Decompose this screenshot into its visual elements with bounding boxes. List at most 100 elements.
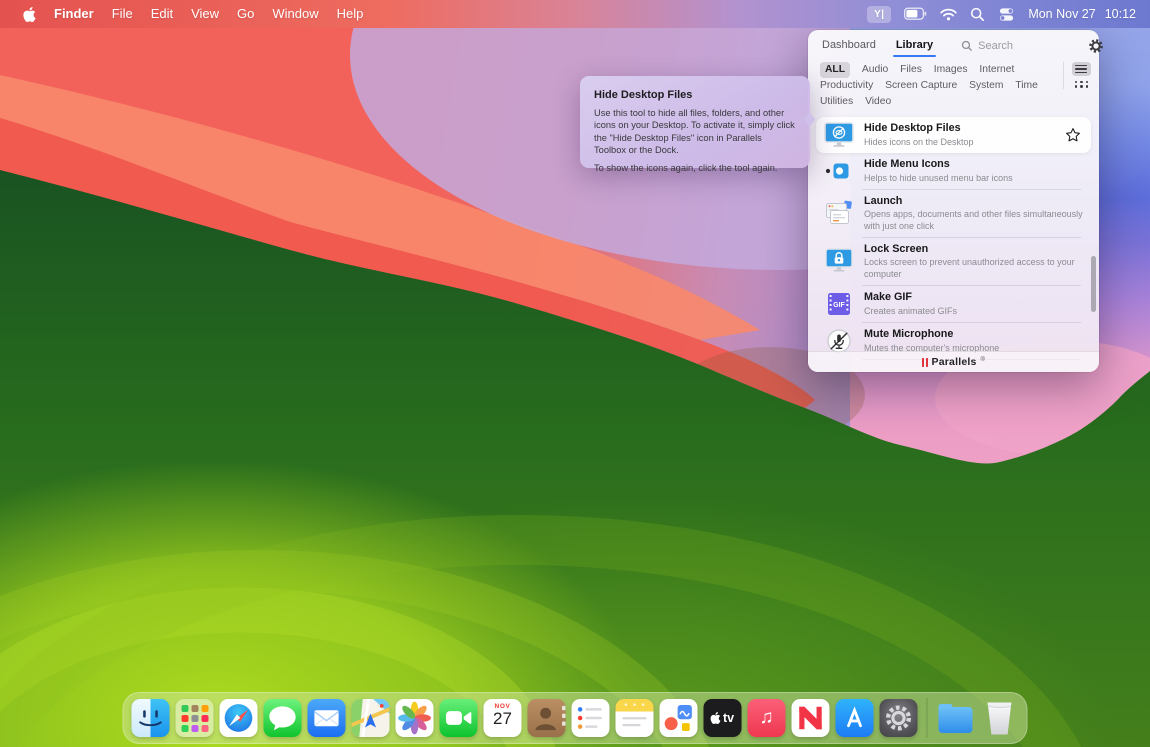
menu-bar: Finder File Edit View Go Window Help Y| — [0, 0, 1150, 28]
filter-utilities[interactable]: Utilities — [820, 94, 853, 110]
dock-icon-apple-tv[interactable]: tv — [704, 699, 742, 737]
active-tab-underline — [893, 55, 936, 57]
lock-screen-icon — [824, 248, 854, 274]
filter-screen-capture[interactable]: Screen Capture — [885, 78, 957, 94]
dock-icon-maps[interactable] — [352, 699, 390, 737]
dock-icon-facetime[interactable] — [440, 699, 478, 737]
dock-icon-freeform[interactable] — [660, 699, 698, 737]
battery-icon[interactable] — [904, 7, 927, 21]
tooltip-paragraph-2: To show the icons again, click the tool … — [594, 162, 796, 174]
control-center-icon[interactable] — [998, 7, 1015, 22]
dock-icon-music[interactable]: ♫ — [748, 699, 786, 737]
wifi-icon[interactable] — [940, 8, 957, 21]
dock-icon-downloads-folder[interactable] — [937, 699, 975, 737]
tool-row-hide-desktop-files[interactable]: Hide Desktop Files Hides icons on the De… — [816, 117, 1091, 153]
parallels-brand-text: Parallels — [932, 356, 977, 368]
favorite-star-button[interactable] — [1065, 127, 1081, 143]
trash-icon — [986, 702, 1013, 735]
tool-row-make-gif[interactable]: GIF Make GIF Creates animated GIFs — [816, 286, 1091, 322]
tv-label: tv — [723, 711, 734, 725]
menu-item-edit[interactable]: Edit — [142, 0, 182, 28]
filter-files[interactable]: Files — [900, 62, 922, 78]
make-gif-icon: GIF — [824, 291, 854, 317]
dock-icon-safari[interactable] — [220, 699, 258, 737]
menu-item-window[interactable]: Window — [263, 0, 327, 28]
parallels-toolbox-menu-icon[interactable]: Y| — [867, 6, 891, 23]
dock-icon-calendar[interactable]: NOV 27 — [484, 699, 522, 737]
category-filters: ALL Audio Files Images Internet Producti… — [808, 57, 1099, 114]
menu-item-view[interactable]: View — [182, 0, 228, 28]
tool-desc: Creates animated GIFs — [864, 306, 1083, 317]
finder-face — [132, 699, 170, 737]
view-toggle-group — [1063, 62, 1091, 89]
search-input[interactable] — [978, 40, 1088, 52]
parallels-toolbox-panel: Dashboard Library A — [808, 30, 1099, 372]
menu-item-help[interactable]: Help — [328, 0, 373, 28]
tool-name: Hide Desktop Files — [864, 122, 1055, 135]
dock-icon-reminders[interactable] — [572, 699, 610, 737]
menu-item-go[interactable]: Go — [228, 0, 263, 28]
filter-productivity[interactable]: Productivity — [820, 78, 873, 94]
tab-library[interactable]: Library — [894, 35, 935, 56]
calendar-day: 27 — [493, 710, 512, 728]
dock-icon-finder[interactable] — [132, 699, 170, 737]
dock-icon-messages[interactable] — [264, 699, 302, 737]
filter-internet[interactable]: Internet — [979, 62, 1014, 78]
parallels-logo-bars — [922, 358, 928, 367]
dock-icon-notes[interactable] — [616, 699, 654, 737]
music-note-glyph: ♫ — [759, 707, 773, 729]
settings-gear-button[interactable] — [1088, 36, 1104, 56]
grid-view-button[interactable] — [1073, 80, 1089, 89]
tool-row-launch[interactable]: Launch Opens apps, documents and other f… — [816, 190, 1091, 237]
menu-item-file[interactable]: File — [103, 0, 142, 28]
dock-icon-contacts[interactable] — [528, 699, 566, 737]
dock-divider — [927, 698, 928, 738]
gif-badge-text: GIF — [833, 302, 845, 309]
menu-bar-status: Y| Mon Nov 27 — [867, 6, 1136, 23]
desktop: Finder File Edit View Go Window Help Y| — [0, 0, 1150, 747]
tool-name: Make GIF — [864, 291, 1083, 304]
tab-dashboard[interactable]: Dashboard — [820, 35, 878, 56]
search-field[interactable] — [961, 40, 1088, 52]
dock-icon-app-store[interactable] — [836, 699, 874, 737]
filter-images[interactable]: Images — [934, 62, 968, 78]
list-view-button[interactable] — [1072, 62, 1091, 76]
tool-name: Hide Menu Icons — [864, 158, 1083, 171]
hide-menu-icons-icon — [824, 158, 854, 184]
tool-row-lock-screen[interactable]: Lock Screen Locks screen to prevent unau… — [816, 238, 1091, 285]
tool-list: Hide Desktop Files Hides icons on the De… — [808, 114, 1099, 360]
tool-desc: Locks screen to prevent unauthorized acc… — [864, 257, 1083, 280]
filter-time[interactable]: Time — [1015, 78, 1038, 94]
scrollbar-thumb[interactable] — [1091, 256, 1096, 312]
launch-icon — [824, 200, 854, 226]
folder-icon — [939, 707, 973, 733]
clock-date: Mon Nov 27 — [1028, 7, 1095, 21]
trademark-mark: ® — [981, 357, 985, 363]
panel-header: Dashboard Library — [808, 30, 1099, 57]
tool-desc: Hides icons on the Desktop — [864, 137, 1055, 148]
menu-item-finder[interactable]: Finder — [45, 0, 103, 28]
dock-icon-trash[interactable] — [981, 699, 1019, 737]
dock-icon-photos[interactable] — [396, 699, 434, 737]
tool-name: Mute Microphone — [864, 328, 1083, 341]
tool-row-hide-menu-icons[interactable]: Hide Menu Icons Helps to hide unused men… — [816, 153, 1091, 189]
dock-icon-system-settings[interactable] — [880, 699, 918, 737]
menu-bar-left: Finder File Edit View Go Window Help — [14, 0, 372, 28]
dock-icon-news[interactable] — [792, 699, 830, 737]
tool-desc: Helps to hide unused menu bar icons — [864, 173, 1083, 184]
filter-audio[interactable]: Audio — [862, 62, 888, 78]
tooltip-paragraph-1: Use this tool to hide all files, folders… — [594, 107, 796, 156]
apple-menu[interactable] — [14, 7, 45, 22]
dock-icon-launchpad[interactable] — [176, 699, 214, 737]
dock-icon-mail[interactable] — [308, 699, 346, 737]
filter-all[interactable]: ALL — [820, 62, 850, 78]
gear-icon — [1088, 38, 1104, 54]
spotlight-search-icon[interactable] — [970, 7, 985, 22]
filter-video[interactable]: Video — [865, 94, 891, 110]
tool-name: Launch — [864, 195, 1083, 208]
tooltip-title: Hide Desktop Files — [594, 89, 796, 101]
filter-system[interactable]: System — [969, 78, 1003, 94]
menu-bar-clock[interactable]: Mon Nov 27 10:12 — [1028, 7, 1136, 21]
apple-logo-icon — [711, 712, 721, 724]
tab-library-label: Library — [896, 39, 933, 51]
